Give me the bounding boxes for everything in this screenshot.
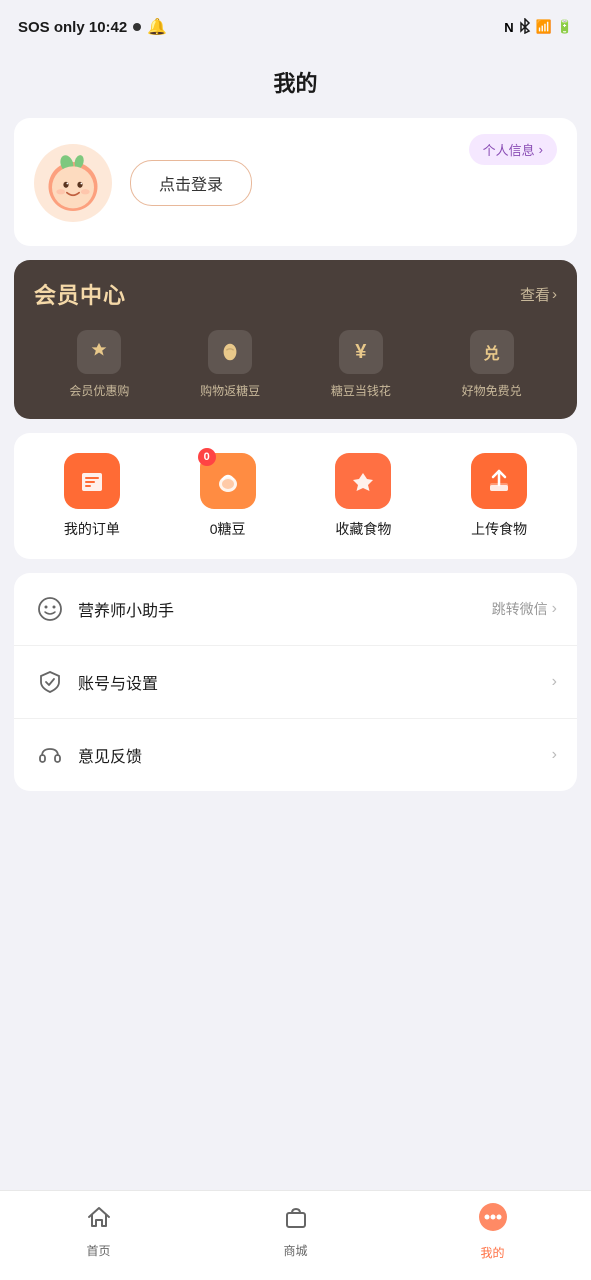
nav-item-home[interactable]: 首页 xyxy=(59,1203,139,1259)
personal-info-button[interactable]: 个人信息 › xyxy=(469,134,557,165)
menu-item-nutrition[interactable]: 营养师小助手 跳转微信 › xyxy=(14,573,577,646)
upload-icon-box xyxy=(471,453,527,509)
quick-actions: 我的订单 0 0糖豆 收藏食物 xyxy=(14,433,577,559)
bell-icon: 🔔 xyxy=(147,17,167,37)
menu-item-text-nutrition: 营养师小助手 xyxy=(78,597,492,621)
personal-info-label: 个人信息 xyxy=(483,140,535,159)
nav-item-shop[interactable]: 商城 xyxy=(256,1203,336,1259)
beans-icon xyxy=(208,330,252,374)
member-features: 会员优惠购 购物返糖豆 ¥ 糖豆当钱花 兑 好物免费兑 xyxy=(34,330,557,399)
orders-icon-box xyxy=(64,453,120,509)
member-feature-beans[interactable]: 购物返糖豆 xyxy=(200,330,260,399)
money-icon: ¥ xyxy=(339,330,383,374)
menu-item-text-feedback: 意见反馈 xyxy=(78,743,552,767)
member-view-button[interactable]: 查看 › xyxy=(520,284,557,305)
discount-icon xyxy=(77,330,121,374)
beans-action-icon-box: 0 xyxy=(200,453,256,509)
chevron-right-icon: › xyxy=(539,142,543,157)
menu-item-feedback[interactable]: 意见反馈 › xyxy=(14,719,577,791)
feedback-icon xyxy=(34,739,66,771)
nav-label-home: 首页 xyxy=(86,1242,110,1259)
battery-icon: 🔋 xyxy=(557,19,573,35)
member-feature-redeem[interactable]: 兑 好物免费兑 xyxy=(462,330,522,399)
action-label-beans: 0糖豆 xyxy=(210,519,246,539)
bottom-nav: 首页 商城 我的 xyxy=(0,1190,591,1280)
menu-item-right-feedback: › xyxy=(552,746,557,764)
action-label-orders: 我的订单 xyxy=(64,519,120,539)
status-bar: SOS only 10:42 🔔 N 📶 🔋 xyxy=(0,0,591,54)
feature-label-money: 糖豆当钱花 xyxy=(331,382,391,399)
redeem-icon: 兑 xyxy=(470,330,514,374)
favorites-icon-box xyxy=(335,453,391,509)
member-feature-money[interactable]: ¥ 糖豆当钱花 xyxy=(331,330,391,399)
nav-item-profile[interactable]: 我的 xyxy=(453,1201,533,1261)
status-right: N 📶 🔋 xyxy=(504,18,573,37)
status-text: SOS only 10:42 xyxy=(18,19,127,36)
chevron-right-icon: › xyxy=(552,673,557,691)
member-card: 会员中心 查看 › 会员优惠购 购物返糖豆 xyxy=(14,260,577,419)
action-favorites[interactable]: 收藏食物 xyxy=(335,453,391,539)
action-orders[interactable]: 我的订单 xyxy=(64,453,120,539)
page-header: 我的 xyxy=(0,54,591,118)
home-icon xyxy=(85,1203,113,1238)
chevron-right-icon: › xyxy=(552,600,557,618)
profile-section: 个人信息 › xyxy=(14,118,577,246)
beans-badge: 0 xyxy=(198,448,216,466)
menu-item-account[interactable]: 账号与设置 › xyxy=(14,646,577,719)
bluetooth-icon xyxy=(519,18,531,37)
nav-label-profile: 我的 xyxy=(480,1244,504,1261)
profile-icon xyxy=(477,1201,509,1240)
menu-item-right-nutrition: 跳转微信 › xyxy=(492,599,557,619)
feature-label-redeem: 好物免费兑 xyxy=(462,382,522,399)
menu-item-text-account: 账号与设置 xyxy=(78,670,552,694)
action-label-favorites: 收藏食物 xyxy=(335,519,391,539)
login-button[interactable]: 点击登录 xyxy=(130,160,252,206)
wechat-redirect-label: 跳转微信 xyxy=(492,599,548,619)
feature-label-discount: 会员优惠购 xyxy=(69,382,129,399)
nutrition-icon xyxy=(34,593,66,625)
chevron-right-icon: › xyxy=(552,286,557,303)
menu-section: 营养师小助手 跳转微信 › 账号与设置 › 意见反馈 xyxy=(14,573,577,791)
status-left: SOS only 10:42 🔔 xyxy=(18,17,167,37)
action-upload[interactable]: 上传食物 xyxy=(471,453,527,539)
account-icon xyxy=(34,666,66,698)
shop-icon xyxy=(282,1203,310,1238)
action-label-upload: 上传食物 xyxy=(471,519,527,539)
action-beans[interactable]: 0 0糖豆 xyxy=(200,453,256,539)
dot-icon xyxy=(133,23,141,31)
member-center-title: 会员中心 xyxy=(34,278,126,310)
feature-label-beans: 购物返糖豆 xyxy=(200,382,260,399)
member-card-header: 会员中心 查看 › xyxy=(34,278,557,310)
menu-item-right-account: › xyxy=(552,673,557,691)
chevron-right-icon: › xyxy=(552,746,557,764)
avatar xyxy=(34,144,112,222)
member-view-label: 查看 xyxy=(520,284,550,305)
nav-label-shop: 商城 xyxy=(283,1242,307,1259)
page-title: 我的 xyxy=(0,66,591,98)
nfc-icon: N xyxy=(504,20,513,35)
member-feature-discount[interactable]: 会员优惠购 xyxy=(69,330,129,399)
signal-icon: 📶 xyxy=(536,19,552,35)
